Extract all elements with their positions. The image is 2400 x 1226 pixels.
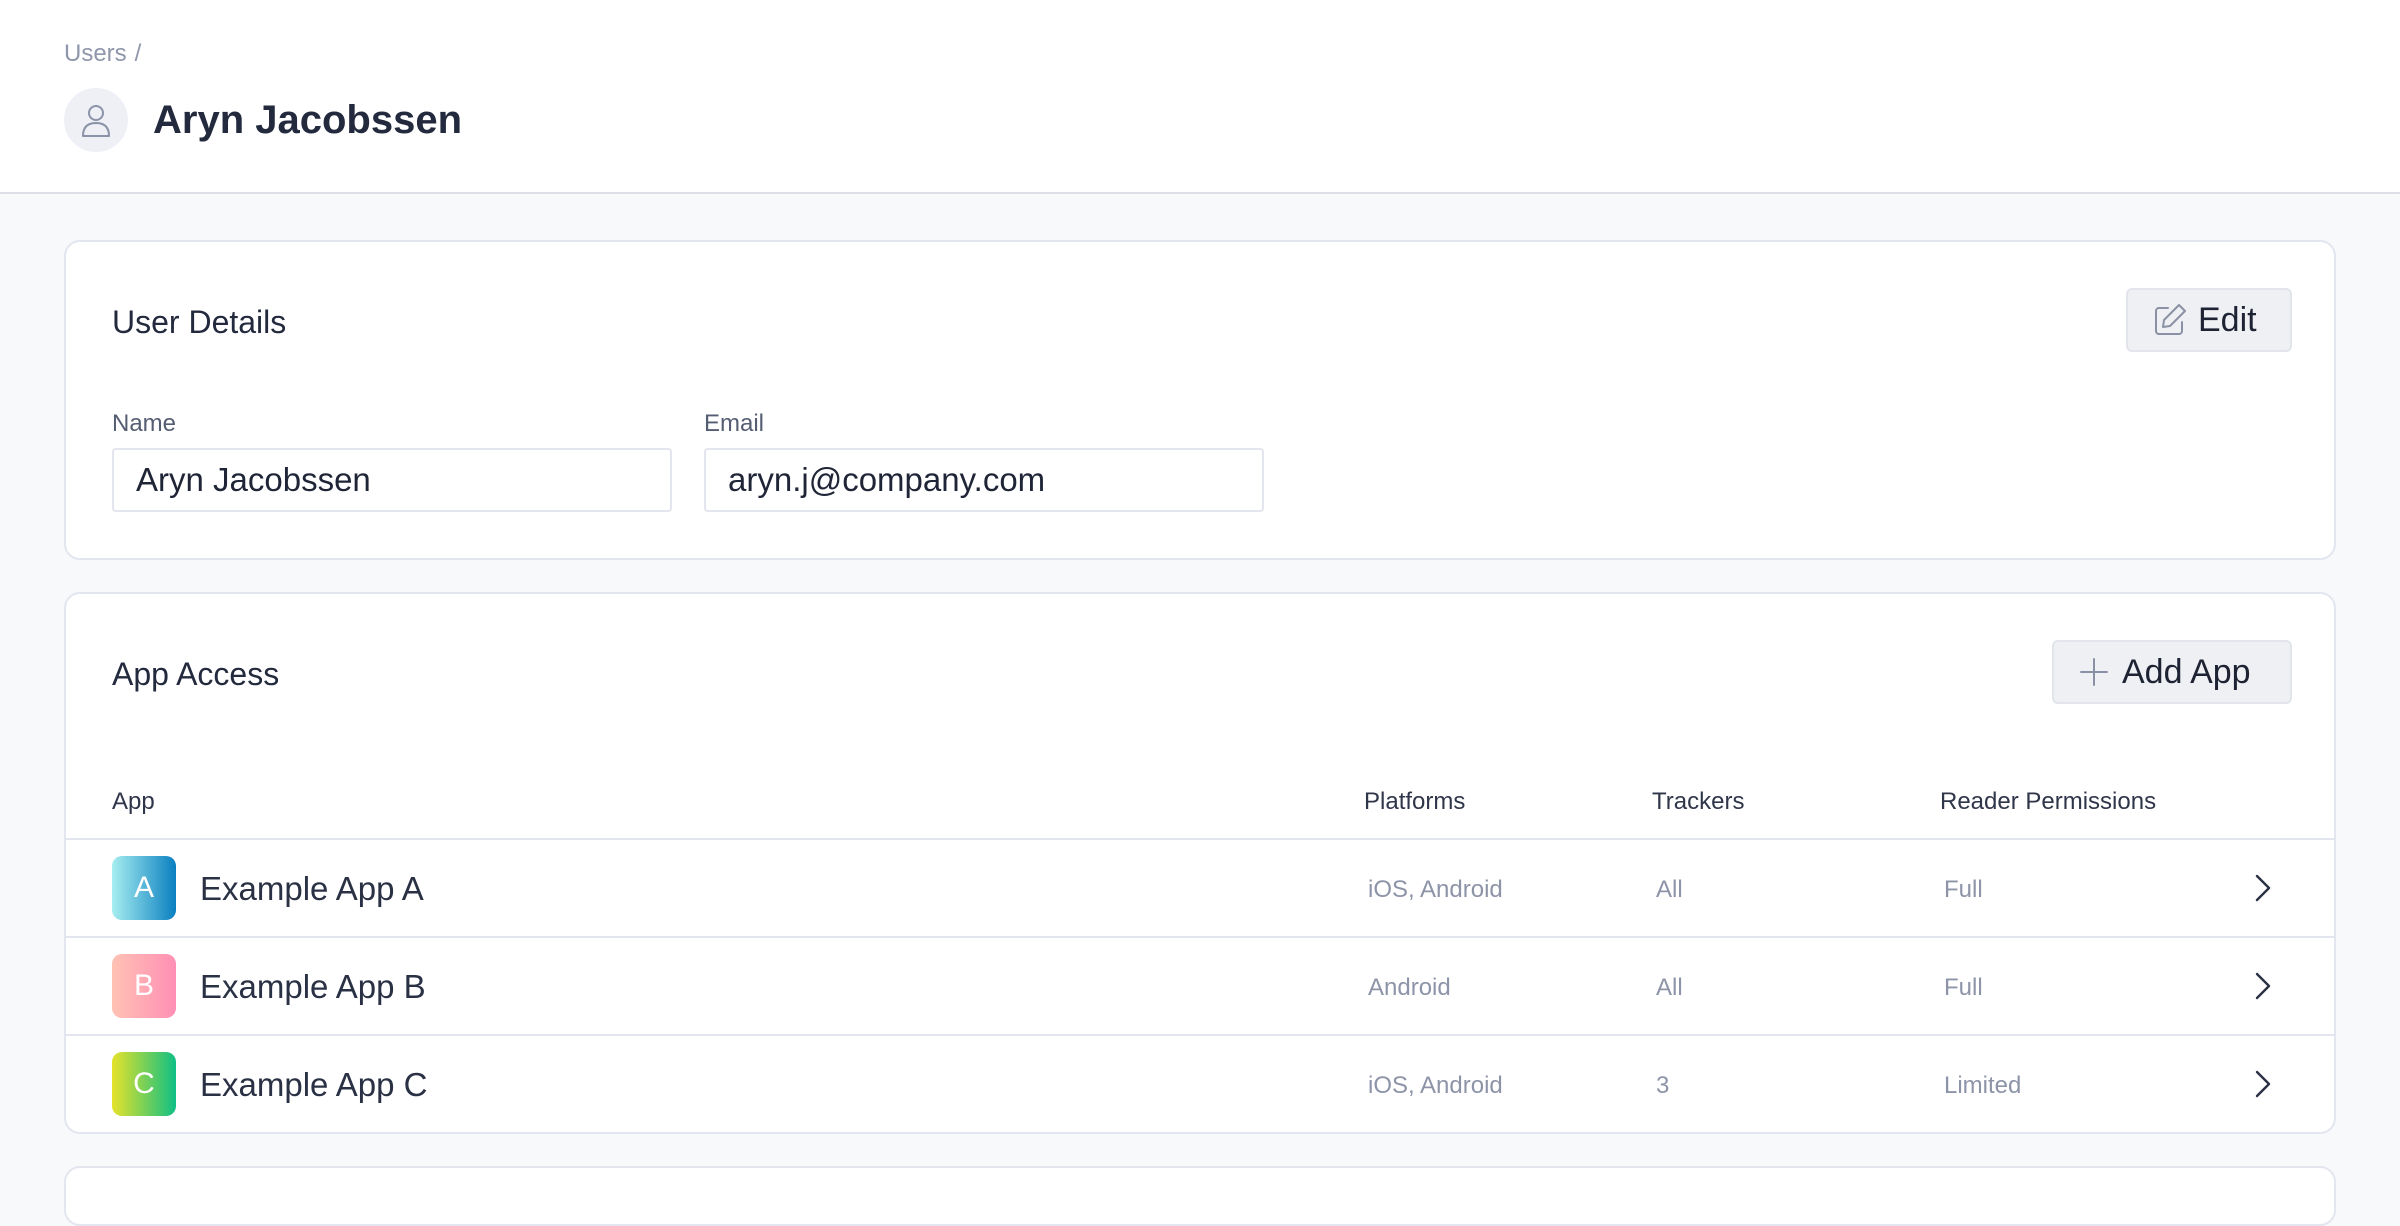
chevron-right-icon[interactable] — [2246, 1068, 2278, 1100]
user-details-title: User Details — [112, 304, 287, 340]
name-label: Name — [112, 410, 177, 437]
platforms-cell: iOS, Android — [1368, 1072, 1503, 1099]
plus-icon — [2078, 656, 2110, 688]
pencil-square-icon — [2152, 302, 2188, 338]
trackers-cell: 3 — [1656, 1072, 1670, 1099]
page-title: Aryn Jacobssen — [153, 98, 463, 142]
add-app-button[interactable]: Add App — [2052, 640, 2292, 704]
trackers-cell: All — [1656, 876, 1683, 903]
platforms-cell: Android — [1368, 974, 1451, 1001]
app-access-card: App Access Add App App Platforms Tracker… — [64, 592, 2336, 1134]
app-access-title: App Access — [112, 656, 280, 692]
email-field[interactable]: aryn.j@company.com — [704, 448, 1264, 512]
app-icon: A — [112, 856, 176, 920]
table-row[interactable]: A Example App A iOS, Android All Full — [66, 838, 2334, 936]
page-header: Users / Aryn Jacobssen — [0, 0, 2400, 194]
edit-button-label: Edit — [2198, 300, 2257, 339]
user-icon — [82, 105, 110, 137]
user-details-card: User Details Edit Name Aryn Jacobssen Em… — [64, 240, 2336, 560]
app-icon: C — [112, 1052, 176, 1116]
next-card — [64, 1166, 2336, 1226]
avatar — [64, 88, 128, 152]
column-header-reader-permissions: Reader Permissions — [1940, 788, 2157, 815]
app-name: Example App C — [200, 1066, 428, 1103]
breadcrumb-separator: / — [134, 40, 142, 67]
trackers-cell: All — [1656, 974, 1683, 1001]
column-header-platforms: Platforms — [1364, 788, 1466, 815]
add-app-button-label: Add App — [2122, 652, 2251, 691]
platforms-cell: iOS, Android — [1368, 876, 1503, 903]
app-name: Example App B — [200, 968, 426, 1005]
column-header-app: App — [112, 788, 155, 815]
table-row[interactable]: B Example App B Android All Full — [66, 936, 2334, 1034]
app-name: Example App A — [200, 870, 424, 907]
name-field[interactable]: Aryn Jacobssen — [112, 448, 672, 512]
breadcrumb-users-link[interactable]: Users — [64, 40, 127, 67]
app-icon: B — [112, 954, 176, 1018]
table-row[interactable]: C Example App C iOS, Android 3 Limited — [66, 1034, 2334, 1132]
chevron-right-icon[interactable] — [2246, 970, 2278, 1002]
permissions-cell: Full — [1944, 876, 1983, 903]
column-header-trackers: Trackers — [1652, 788, 1745, 815]
permissions-cell: Full — [1944, 974, 1983, 1001]
email-label: Email — [704, 410, 765, 437]
chevron-right-icon[interactable] — [2246, 872, 2278, 904]
edit-button[interactable]: Edit — [2126, 288, 2292, 352]
permissions-cell: Limited — [1944, 1072, 2022, 1099]
breadcrumb: Users / — [64, 40, 141, 68]
